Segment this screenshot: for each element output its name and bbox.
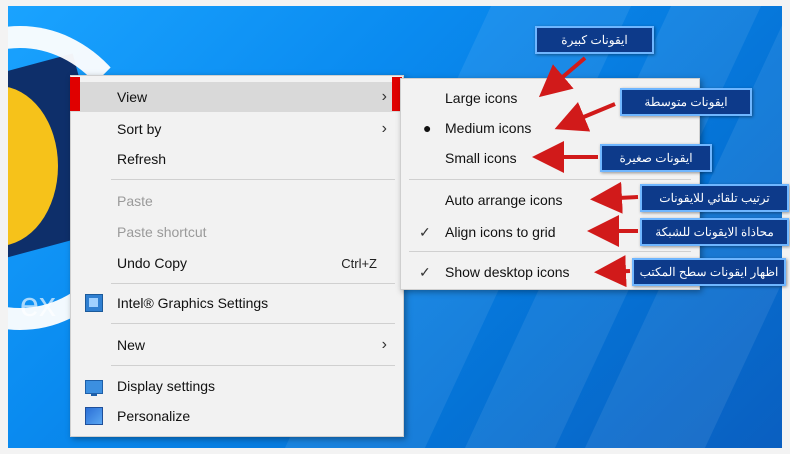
menu-item-label: Display settings (117, 378, 216, 394)
menu-item-label: Refresh (117, 151, 167, 167)
menu-item-personalize[interactable]: Personalize (71, 401, 403, 431)
menu-item-label: Auto arrange icons (445, 192, 563, 208)
intel-graphics-icon (85, 294, 103, 312)
menu-item-paste-shortcut: Paste shortcut (71, 217, 403, 247)
radio-bullet-icon: ● (423, 120, 432, 136)
menu-item-label: View (117, 89, 148, 105)
annotation-medium-icons: ايقونات متوسطة (620, 88, 752, 116)
annotation-small-icons: ايقونات صغيرة (600, 144, 712, 172)
chevron-right-icon: › (381, 88, 387, 105)
screenshot-frame: ex View › Sort by › Refresh Paste Paste … (0, 0, 790, 454)
menu-item-label: Medium icons (445, 120, 532, 136)
menu-item-label: Personalize (117, 408, 191, 424)
menu-item-label: New (117, 337, 146, 353)
menu-item-label: Intel® Graphics Settings (117, 295, 269, 311)
menu-item-label: Show desktop icons (445, 264, 570, 280)
annotation-large-icons: ايقونات كبيرة (535, 26, 654, 54)
personalize-icon (85, 407, 103, 425)
desktop-partial-text: ex (20, 286, 56, 324)
menu-item-sort-by[interactable]: Sort by › (71, 114, 403, 144)
checkmark-icon: ✓ (419, 263, 431, 280)
annotation-align-grid: محاذاة الايقونات للشبكة (640, 218, 789, 246)
menu-item-intel-graphics-settings[interactable]: Intel® Graphics Settings (71, 288, 403, 318)
menu-item-view[interactable]: View › (71, 82, 403, 112)
menu-item-label: Align icons to grid (445, 224, 556, 240)
menu-item-display-settings[interactable]: Display settings (71, 371, 403, 401)
menu-separator (111, 283, 395, 284)
menu-separator (111, 323, 395, 324)
menu-item-new[interactable]: New › (71, 330, 403, 360)
menu-separator (409, 179, 691, 180)
annotation-show-desktop-icons: اظهار ايقونات سطح المكتب (632, 258, 786, 286)
menu-item-label: Sort by (117, 121, 162, 137)
menu-separator (409, 251, 691, 252)
menu-item-shortcut: Ctrl+Z (341, 255, 377, 271)
annotation-auto-arrange: ترتيب تلقائي للايقونات (640, 184, 789, 212)
menu-item-label: Large icons (445, 90, 518, 106)
highlight-marker-left (70, 77, 80, 111)
menu-item-label: Small icons (445, 150, 517, 166)
menu-item-label: Undo Copy (117, 255, 188, 271)
menu-item-refresh[interactable]: Refresh (71, 144, 403, 174)
menu-item-paste: Paste (71, 186, 403, 216)
menu-item-label: Paste (117, 193, 153, 209)
chevron-right-icon: › (381, 120, 387, 137)
menu-item-label: Paste shortcut (117, 224, 207, 240)
menu-separator (111, 179, 395, 180)
submenu-item-medium-icons[interactable]: ● Medium icons (401, 113, 699, 143)
desktop-context-menu: View › Sort by › Refresh Paste Paste sho… (70, 75, 404, 437)
menu-separator (111, 365, 395, 366)
menu-item-undo-copy[interactable]: Undo Copy Ctrl+Z (71, 248, 403, 278)
display-settings-icon (85, 380, 103, 396)
chevron-right-icon: › (381, 336, 387, 353)
checkmark-icon: ✓ (419, 223, 431, 240)
